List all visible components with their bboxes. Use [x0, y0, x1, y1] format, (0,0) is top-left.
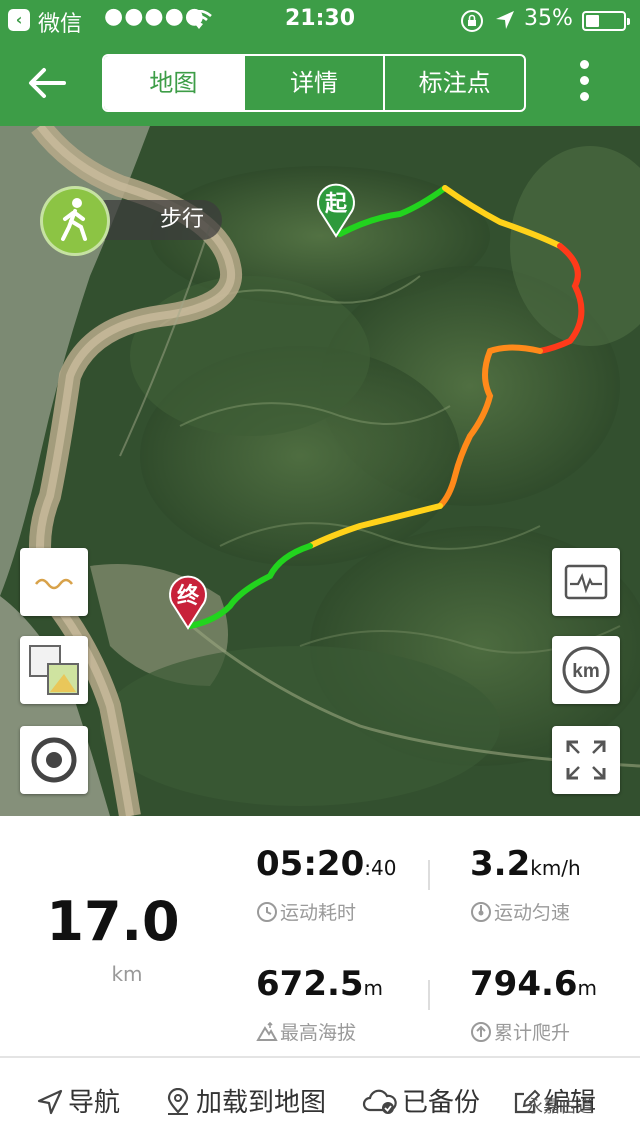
- speedometer-icon: [471, 902, 491, 922]
- watermark: 永嘉古道: [526, 1097, 594, 1117]
- view-segmented-control: 地图 详情 标注点: [102, 54, 526, 112]
- speed-label: 运动匀速: [470, 898, 570, 925]
- duration-label: 运动耗时: [256, 898, 356, 925]
- svg-text:km: km: [572, 661, 599, 682]
- km-icon: km: [562, 646, 610, 694]
- elevation-chart-button[interactable]: [552, 548, 620, 616]
- map-layer-button[interactable]: [20, 636, 88, 704]
- clock-icon: [257, 902, 277, 922]
- end-label: 终: [176, 584, 199, 609]
- altitude-label: 最高海拔: [256, 1018, 356, 1045]
- battery-icon: [582, 11, 630, 31]
- fullscreen-button[interactable]: [552, 726, 620, 794]
- nav-bar: 地图 详情 标注点: [0, 40, 640, 126]
- navigate-button[interactable]: 导航: [36, 1082, 120, 1119]
- altitude-value: 672.5m: [256, 964, 384, 1004]
- climb-value: 794.6m: [470, 964, 598, 1004]
- location-arrow-icon: [496, 11, 514, 29]
- start-label: 起: [324, 192, 347, 217]
- locate-button[interactable]: [20, 726, 88, 794]
- map-view[interactable]: 步行 起 终 km: [0, 126, 640, 816]
- climb-label: 累计爬升: [470, 1018, 570, 1045]
- navigation-arrow-icon: [37, 1089, 63, 1115]
- more-menu-icon[interactable]: [576, 60, 592, 106]
- rotation-lock-icon: [461, 10, 483, 32]
- battery-level: [586, 15, 599, 27]
- divider: [0, 1056, 640, 1058]
- status-bar: ‹ 微信 ●●●●● 21:30 35%: [0, 0, 640, 40]
- load-to-map-button[interactable]: 加载到地图: [164, 1082, 326, 1119]
- route-style-button[interactable]: [20, 548, 88, 616]
- stats-panel: 17.0 km 05:20:40 运动耗时 3.2km/h 运动匀速 672.5…: [0, 816, 640, 1060]
- map-pin-icon: [167, 1087, 189, 1115]
- back-arrow-icon[interactable]: [26, 62, 68, 104]
- tab-map[interactable]: 地图: [104, 56, 245, 110]
- end-pin[interactable]: 终: [164, 570, 212, 630]
- divider: [428, 980, 430, 1010]
- walking-icon: [40, 186, 110, 256]
- mountain-icon: [256, 1021, 278, 1041]
- cloud-check-icon: [362, 1089, 397, 1114]
- divider: [428, 860, 430, 890]
- tab-markers[interactable]: 标注点: [385, 56, 524, 110]
- duration-value: 05:20:40: [256, 844, 397, 884]
- distance-unit: km: [111, 962, 143, 986]
- wave-line-icon: [35, 578, 73, 590]
- start-pin[interactable]: 起: [312, 178, 360, 238]
- battery-percent: 35%: [524, 6, 573, 31]
- layers-icon: [29, 645, 79, 695]
- expand-icon: [566, 740, 606, 780]
- km-marker-button[interactable]: km: [552, 636, 620, 704]
- up-arrow-circle-icon: [471, 1022, 491, 1042]
- locate-target-icon: [31, 737, 77, 783]
- speed-value: 3.2km/h: [470, 844, 581, 884]
- backup-button[interactable]: 已备份: [362, 1082, 480, 1119]
- pulse-chart-icon: [564, 564, 608, 600]
- tab-details[interactable]: 详情: [245, 56, 386, 110]
- distance-value: 17.0: [46, 890, 180, 953]
